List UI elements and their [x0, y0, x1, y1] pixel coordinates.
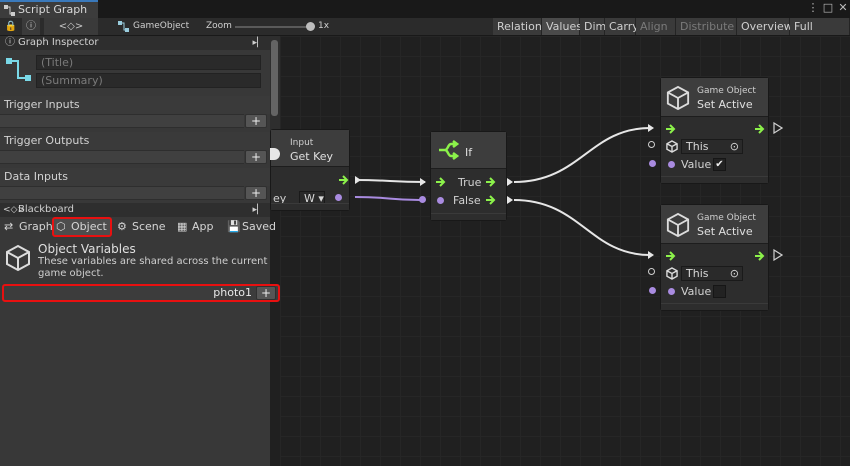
- target-input-port-bottom[interactable]: [648, 268, 655, 275]
- object-picker-icon[interactable]: ⊙: [730, 267, 739, 280]
- target-field[interactable]: This ⊙: [681, 139, 743, 154]
- flow-out-icon: [755, 251, 765, 261]
- flow-out-port-bottom[interactable]: [773, 249, 783, 261]
- target-cube-icon: [666, 140, 678, 153]
- flow-connection-getkey-if: [354, 179, 426, 183]
- if-node[interactable]: If True False: [430, 131, 507, 221]
- false-port-label: False: [453, 194, 481, 207]
- flow-in-icon: [666, 251, 676, 261]
- flow-connection-true: [513, 127, 651, 183]
- set-active-node-bottom[interactable]: Game Object Set Active This ⊙ Value: [660, 204, 769, 311]
- false-flow-out-icon: [486, 195, 496, 205]
- true-port-label: True: [458, 176, 482, 189]
- set-active-bottom-subtitle: Game Object: [697, 213, 756, 223]
- target-cube-icon: [666, 267, 678, 280]
- target-field[interactable]: This ⊙: [681, 266, 743, 281]
- flow-in-icon: [666, 124, 676, 134]
- set-active-node-top[interactable]: Game Object Set Active This ⊙ Value ✔: [660, 77, 769, 184]
- set-active-bottom-title: Set Active: [697, 225, 753, 238]
- value-checkbox[interactable]: [713, 285, 726, 298]
- flow-out-port-top[interactable]: [773, 122, 783, 134]
- flow-in-icon: [436, 177, 446, 187]
- key-down-output-port[interactable]: [335, 194, 342, 201]
- target-input-port-top[interactable]: [648, 141, 655, 148]
- branch-icon: [439, 140, 459, 160]
- true-arrow-out: [507, 178, 513, 186]
- value-input-port[interactable]: [668, 161, 675, 168]
- true-flow-out-icon: [486, 177, 496, 187]
- cube-icon: [666, 85, 690, 111]
- get-key-node[interactable]: Input Get Key ey W ▾: [270, 129, 350, 211]
- set-active-bottom-arrow-in: [648, 251, 654, 259]
- flow-connection-false: [513, 199, 651, 256]
- get-key-title: Get Key: [290, 150, 334, 163]
- if-title: If: [465, 146, 473, 159]
- value-label: Value: [681, 285, 712, 298]
- value-input-port-bottom[interactable]: [649, 287, 656, 294]
- data-connection-getkey-if: [354, 196, 421, 201]
- set-active-top-subtitle: Game Object: [697, 86, 756, 96]
- set-active-top-arrow-in: [648, 124, 654, 132]
- condition-port-connector[interactable]: [419, 196, 426, 203]
- flow-out-icon: [339, 175, 349, 185]
- value-input-port-top[interactable]: [649, 160, 656, 167]
- flow-out-icon: [755, 124, 765, 134]
- object-picker-icon[interactable]: ⊙: [730, 140, 739, 153]
- value-label: Value: [681, 158, 712, 171]
- value-checkbox[interactable]: ✔: [713, 158, 726, 171]
- false-arrow-out: [507, 196, 513, 204]
- cube-icon: [666, 212, 690, 238]
- get-key-subtitle: Input: [290, 138, 314, 148]
- value-input-port[interactable]: [668, 288, 675, 295]
- flow-arrow-if-in: [420, 178, 426, 186]
- flow-arrow-getkey: [355, 176, 361, 184]
- condition-input-port[interactable]: [437, 197, 444, 204]
- set-active-top-title: Set Active: [697, 98, 753, 111]
